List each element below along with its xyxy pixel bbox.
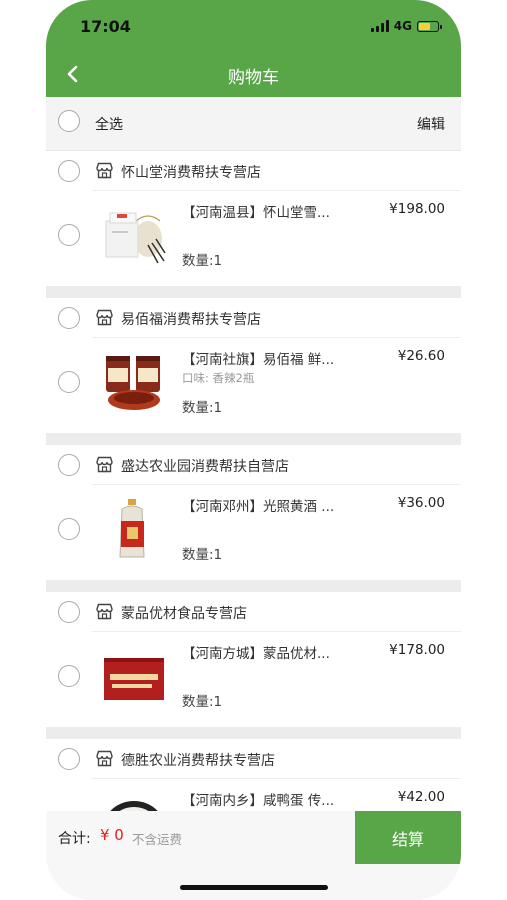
item-checkbox[interactable] — [58, 371, 80, 393]
store-checkbox[interactable] — [58, 748, 80, 770]
product-price: ¥198.00 — [389, 201, 445, 217]
product-image[interactable] — [102, 791, 166, 811]
product-image[interactable] — [102, 644, 166, 708]
page-title: 购物车 — [228, 68, 279, 88]
store-group: 德胜农业消费帮扶专营店 【河南内乡】咸鸭蛋 传... ¥42.00 — [46, 739, 461, 811]
cart-list[interactable]: 怀山堂消费帮扶专营店 【河南温县】怀山堂雪... ¥198.00 数量:1 易佰… — [46, 151, 461, 811]
section-divider — [46, 433, 461, 445]
freight-note: 不含运费 — [132, 832, 183, 847]
product-title[interactable]: 【河南内乡】咸鸭蛋 传... — [182, 789, 362, 809]
separator — [92, 631, 461, 632]
store-icon — [96, 309, 113, 326]
store-header: 盛达农业园消费帮扶自营店 — [46, 445, 461, 484]
store-icon — [96, 456, 113, 473]
separator — [92, 484, 461, 485]
store-name[interactable]: 易佰福消费帮扶专营店 — [121, 309, 261, 329]
section-divider — [46, 580, 461, 592]
product-title[interactable]: 【河南方城】蒙品优材... — [182, 642, 362, 662]
store-icon — [96, 162, 113, 179]
item-checkbox[interactable] — [58, 518, 80, 540]
product-price: ¥26.60 — [397, 348, 445, 364]
store-group: 盛达农业园消费帮扶自营店 【河南邓州】光照黄酒 ... ¥36.00 数量:1 — [46, 445, 461, 592]
store-icon — [96, 603, 113, 620]
store-name[interactable]: 德胜农业消费帮扶专营店 — [121, 750, 275, 770]
item-checkbox[interactable] — [58, 665, 80, 687]
store-checkbox[interactable] — [58, 601, 80, 623]
store-name[interactable]: 怀山堂消费帮扶专营店 — [121, 162, 261, 182]
network-type: 4G — [393, 19, 412, 33]
product-image[interactable] — [102, 350, 166, 414]
store-checkbox[interactable] — [58, 307, 80, 329]
separator — [92, 190, 461, 191]
total-amount: ¥ 0 — [100, 826, 124, 844]
store-header: 易佰福消费帮扶专营店 — [46, 298, 461, 337]
store-header: 怀山堂消费帮扶专营店 — [46, 151, 461, 190]
phone-screen: 17:04 4G 购物车 全选 编辑 怀山堂消费帮扶专营店 【河南温县】怀山堂雪… — [46, 0, 461, 900]
store-checkbox[interactable] — [58, 160, 80, 182]
store-group: 怀山堂消费帮扶专营店 【河南温县】怀山堂雪... ¥198.00 数量:1 — [46, 151, 461, 298]
select-all-checkbox[interactable] — [58, 110, 80, 132]
home-indicator[interactable] — [180, 885, 328, 890]
store-header: 德胜农业消费帮扶专营店 — [46, 739, 461, 778]
select-all-bar: 全选 编辑 — [46, 97, 461, 151]
app-header: 17:04 4G 购物车 — [46, 0, 461, 97]
signal-icon — [370, 20, 389, 32]
store-group: 易佰福消费帮扶专营店 【河南社旗】易佰福 鲜... ¥26.60 口味: 香辣2… — [46, 298, 461, 445]
product-price: ¥36.00 — [397, 495, 445, 511]
edit-button[interactable]: 编辑 — [417, 114, 445, 134]
product-image[interactable] — [102, 497, 166, 561]
separator — [92, 337, 461, 338]
product-price: ¥42.00 — [397, 789, 445, 805]
product-title[interactable]: 【河南社旗】易佰福 鲜... — [182, 348, 362, 368]
product-quantity: 数量:1 — [182, 547, 223, 563]
product-quantity: 数量:1 — [182, 253, 223, 269]
store-group: 蒙品优材食品专营店 【河南方城】蒙品优材... ¥178.00 数量:1 — [46, 592, 461, 739]
select-all-label[interactable]: 全选 — [95, 114, 123, 134]
status-time: 17:04 — [80, 17, 131, 36]
product-title[interactable]: 【河南温县】怀山堂雪... — [182, 201, 362, 221]
store-name[interactable]: 盛达农业园消费帮扶自营店 — [121, 456, 289, 476]
product-price: ¥178.00 — [389, 642, 445, 658]
product-title[interactable]: 【河南邓州】光照黄酒 ... — [182, 495, 362, 515]
total-label: 合计: — [58, 831, 91, 847]
product-quantity: 数量:1 — [182, 400, 223, 416]
item-checkbox[interactable] — [58, 224, 80, 246]
home-indicator-area — [46, 864, 461, 900]
status-icons: 4G — [370, 19, 442, 33]
product-image[interactable] — [102, 203, 166, 267]
product-quantity: 数量:1 — [182, 694, 223, 710]
store-header: 蒙品优材食品专营店 — [46, 592, 461, 631]
battery-icon — [417, 20, 442, 32]
store-checkbox[interactable] — [58, 454, 80, 476]
separator — [92, 778, 461, 779]
checkout-button[interactable]: 结算 — [355, 811, 461, 864]
product-option: 口味: 香辣2瓶 — [182, 371, 255, 385]
checkout-bar: 合计: ¥ 0 不含运费 结算 — [46, 811, 461, 864]
section-divider — [46, 286, 461, 298]
store-icon — [96, 750, 113, 767]
section-divider — [46, 727, 461, 739]
store-name[interactable]: 蒙品优材食品专营店 — [121, 603, 247, 623]
